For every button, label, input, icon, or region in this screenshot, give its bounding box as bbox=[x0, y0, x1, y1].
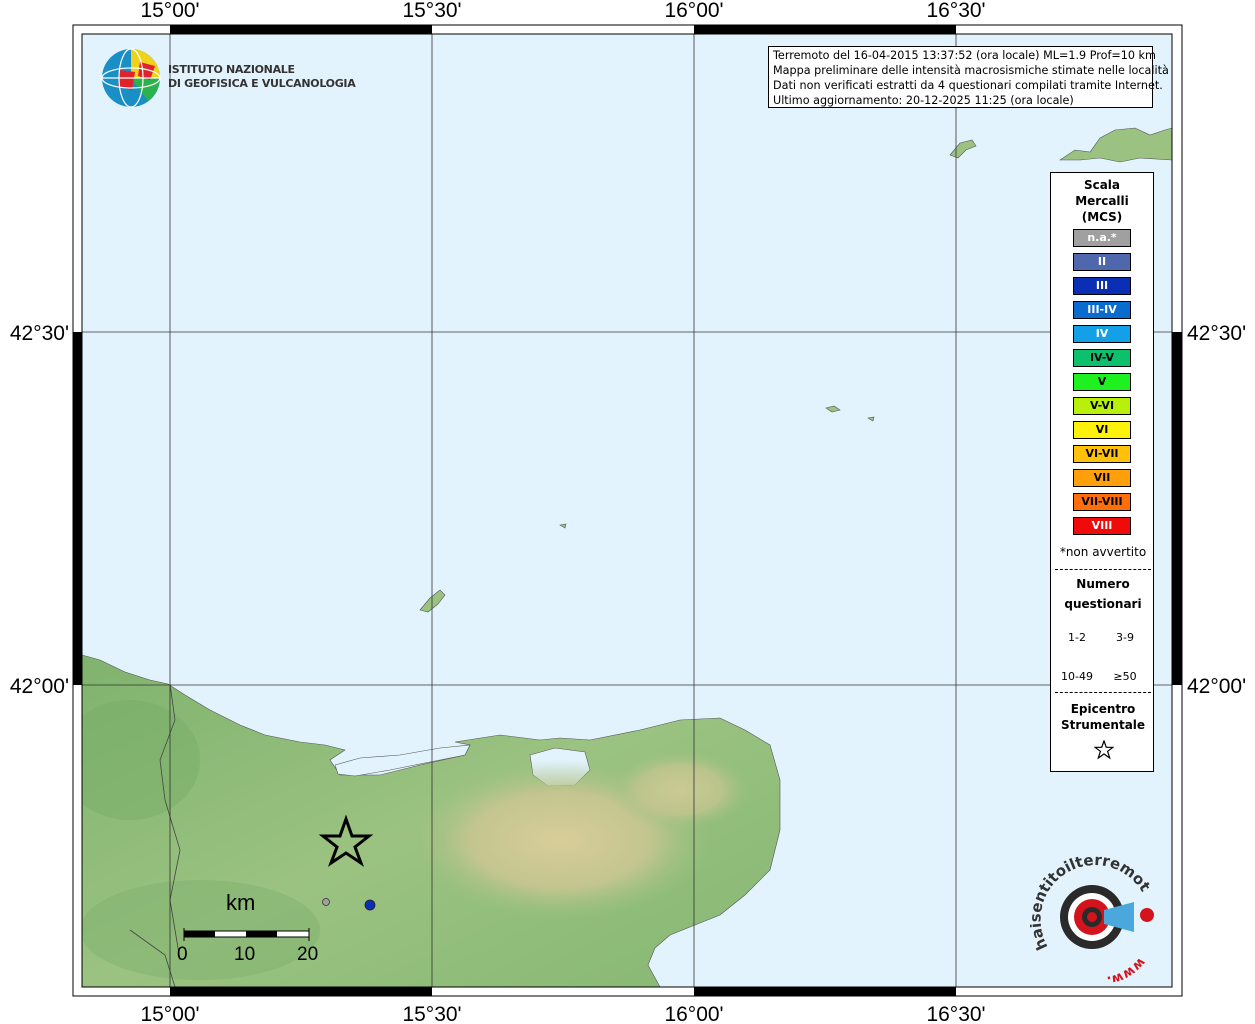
legend-panel: Scala Mercalli (MCS) n.a.* II III III-IV IV I… bbox=[1050, 172, 1154, 772]
count-label: 10-49 bbox=[1061, 670, 1093, 683]
intensity-point bbox=[322, 898, 330, 906]
intensity-swatch: IV-V bbox=[1073, 349, 1131, 367]
lat-label-right: 42°30' bbox=[1187, 322, 1246, 345]
lat-label-right: 42°00' bbox=[1187, 675, 1246, 698]
count-label: 3-9 bbox=[1116, 631, 1134, 644]
lat-label-left: 42°00' bbox=[10, 675, 69, 698]
target-icon: haisentitoilterremoto.it www. bbox=[1025, 838, 1154, 988]
intensity-swatch: III-IV bbox=[1073, 301, 1131, 319]
legend-star-icon bbox=[1094, 740, 1114, 760]
legend-title: Scala Mercalli (MCS) bbox=[1075, 178, 1129, 224]
intensity-swatch: VI bbox=[1073, 421, 1131, 439]
intensity-swatch: n.a.* bbox=[1073, 229, 1131, 247]
lon-label-bottom: 16°00' bbox=[664, 1003, 723, 1024]
scalebar-tick: 20 bbox=[297, 944, 319, 965]
count-label: 1-2 bbox=[1068, 631, 1086, 644]
lon-label-top: 16°00' bbox=[664, 0, 723, 22]
event-info-line: Mappa preliminare delle intensità macros… bbox=[773, 64, 1169, 77]
lon-label-top: 16°30' bbox=[926, 0, 985, 22]
lon-label-top: 15°00' bbox=[140, 0, 199, 22]
count-label: ≥50 bbox=[1113, 670, 1137, 683]
lon-label-bottom: 16°30' bbox=[926, 1003, 985, 1024]
count-title: Numero questionari bbox=[1064, 577, 1142, 611]
ingv-logo-icon bbox=[101, 48, 161, 108]
lon-label-bottom: 15°00' bbox=[140, 1003, 199, 1024]
na-note: *non avvertito bbox=[1059, 545, 1147, 559]
intensity-swatch: V-VI bbox=[1073, 397, 1131, 415]
lon-label-top: 15°30' bbox=[402, 0, 461, 22]
scalebar-unit: km bbox=[226, 890, 256, 915]
lat-label-left: 42°30' bbox=[10, 322, 69, 345]
svg-text:www.: www. bbox=[1106, 954, 1149, 982]
scalebar-tick: 0 bbox=[177, 944, 188, 965]
logo-line: DI GEOFISICA E VULCANOLOGIA bbox=[168, 77, 356, 90]
intensity-swatch: VII bbox=[1073, 469, 1131, 487]
intensity-swatch: III bbox=[1073, 277, 1131, 295]
event-info-line: Ultimo aggiornamento: 20-12-2025 11:25 (… bbox=[773, 94, 1074, 107]
logo-line: ISTITUTO NAZIONALE bbox=[168, 63, 295, 76]
lon-label-bottom: 15°30' bbox=[402, 1003, 461, 1024]
intensity-swatch: V bbox=[1073, 373, 1131, 391]
intensity-swatch: VII-VIII bbox=[1073, 493, 1131, 511]
event-info-line: Terremoto del 16-04-2015 13:37:52 (ora l… bbox=[773, 49, 1156, 62]
intensity-swatch: II bbox=[1073, 253, 1131, 271]
epicenter-title: Epicentro Strumentale bbox=[1060, 702, 1146, 732]
haisentito-logo: haisentitoilterremoto.it www. bbox=[1025, 838, 1160, 988]
watermark-prefix: www. bbox=[1106, 954, 1149, 987]
intensity-swatch: VIII bbox=[1073, 517, 1131, 535]
intensity-swatch: VI-VII bbox=[1073, 445, 1131, 463]
ingv-logo-text: ISTITUTO NAZIONALE DI GEOFISICA E VULCAN… bbox=[168, 63, 356, 91]
event-info-line: Dati non verificati estratti da 4 questi… bbox=[773, 79, 1163, 92]
scalebar-tick: 10 bbox=[234, 944, 256, 965]
intensity-point bbox=[364, 899, 376, 911]
event-info-box: Terremoto del 16-04-2015 13:37:52 (ora l… bbox=[768, 46, 1169, 108]
intensity-swatch: IV bbox=[1073, 325, 1131, 343]
